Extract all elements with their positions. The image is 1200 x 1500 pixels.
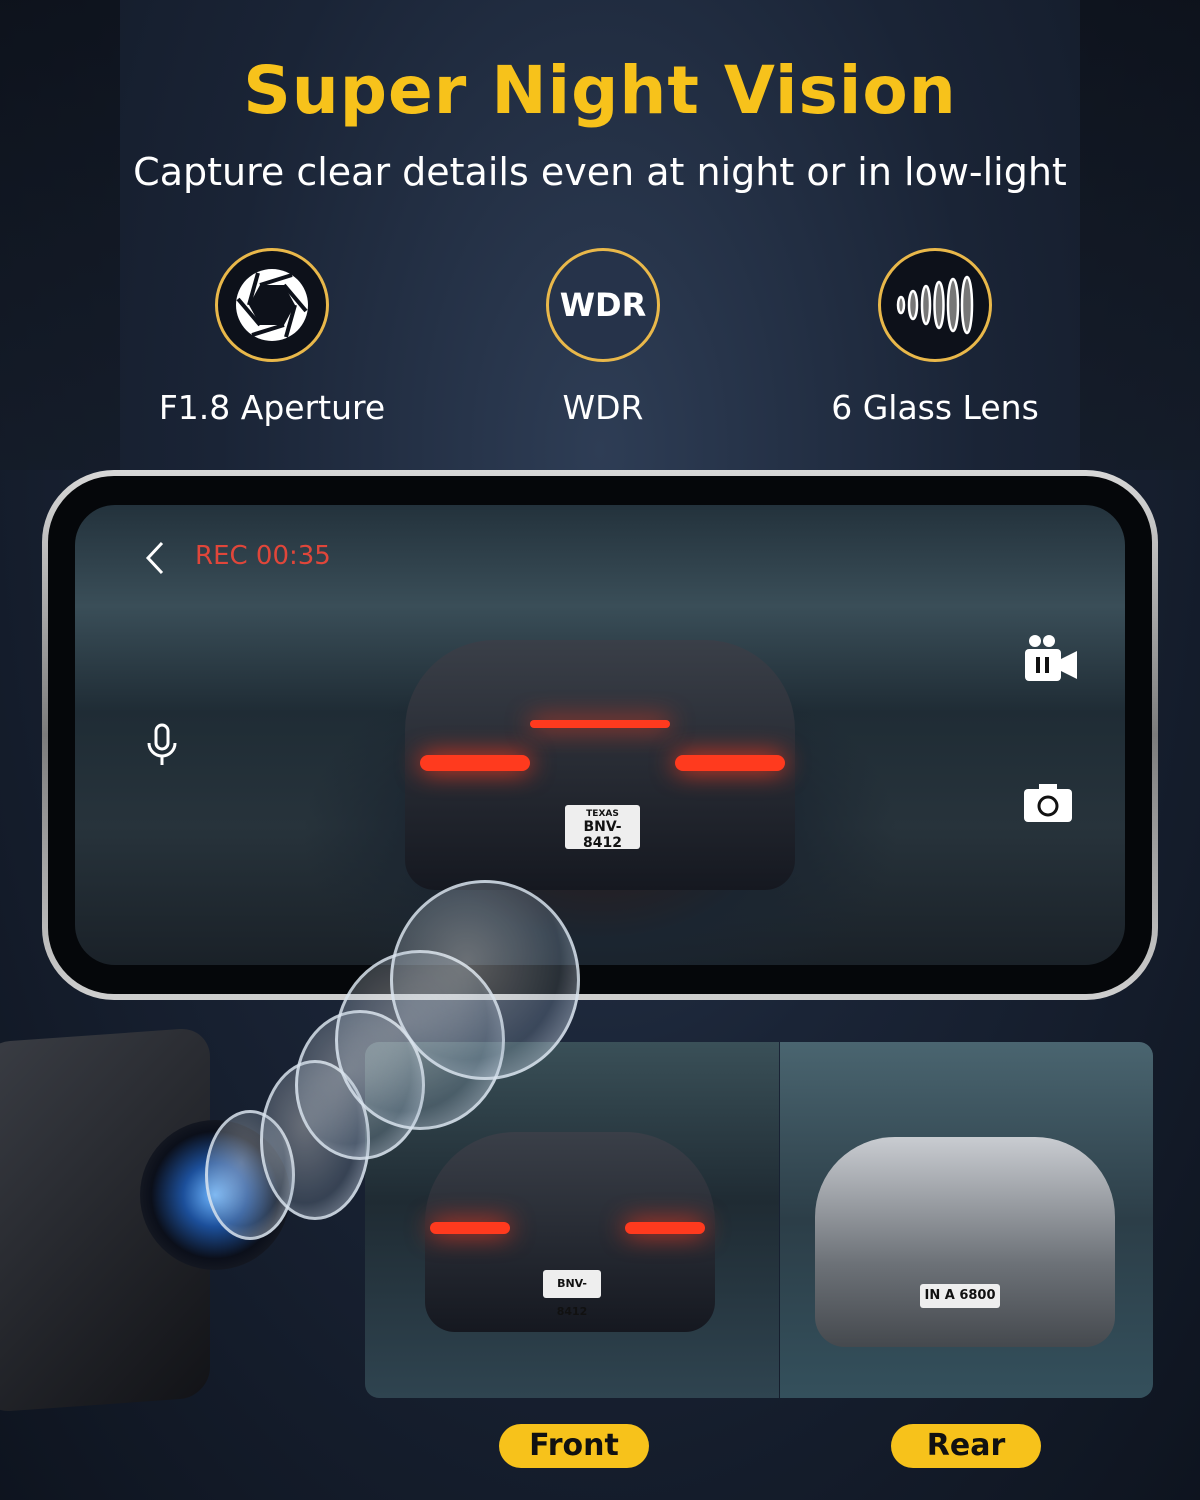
front-plate: BNV-8412 xyxy=(543,1270,601,1318)
feature-glass-lens: 6 Glass Lens xyxy=(815,248,1055,427)
rear-plate: IN A 6800 xyxy=(920,1284,1000,1308)
plate-number: BNV-8412 xyxy=(583,819,622,851)
camera-icon[interactable] xyxy=(1023,783,1073,823)
feature-label: F1.8 Aperture xyxy=(158,388,386,427)
page-subtitle: Capture clear details even at night or i… xyxy=(133,150,1067,194)
phone-mockup: TEXAS BNV-8412 REC 00:35 xyxy=(42,470,1158,1000)
plate-state: TEXAS xyxy=(586,809,619,819)
rear-label: Rear xyxy=(891,1424,1041,1468)
live-view-screen: TEXAS BNV-8412 REC 00:35 xyxy=(75,505,1125,965)
feature-label: WDR xyxy=(562,388,644,427)
rear-view-panel: IN A 6800 xyxy=(780,1042,1153,1398)
rec-timer: REC 00:35 xyxy=(195,541,331,571)
microphone-icon[interactable] xyxy=(145,723,179,767)
glass-lens-icon xyxy=(896,275,974,335)
wdr-icon: WDR xyxy=(559,286,647,324)
video-pause-icon[interactable] xyxy=(1023,633,1079,685)
lens-element xyxy=(390,880,580,1080)
front-label: Front xyxy=(499,1424,649,1468)
aperture-icon xyxy=(236,269,308,341)
page-title: Super Night Vision xyxy=(243,52,957,129)
feature-wdr: WDR WDR xyxy=(483,248,723,427)
feature-label: 6 Glass Lens xyxy=(831,388,1039,427)
back-chevron-icon[interactable] xyxy=(145,541,165,575)
feature-aperture: F1.8 Aperture xyxy=(152,248,392,427)
